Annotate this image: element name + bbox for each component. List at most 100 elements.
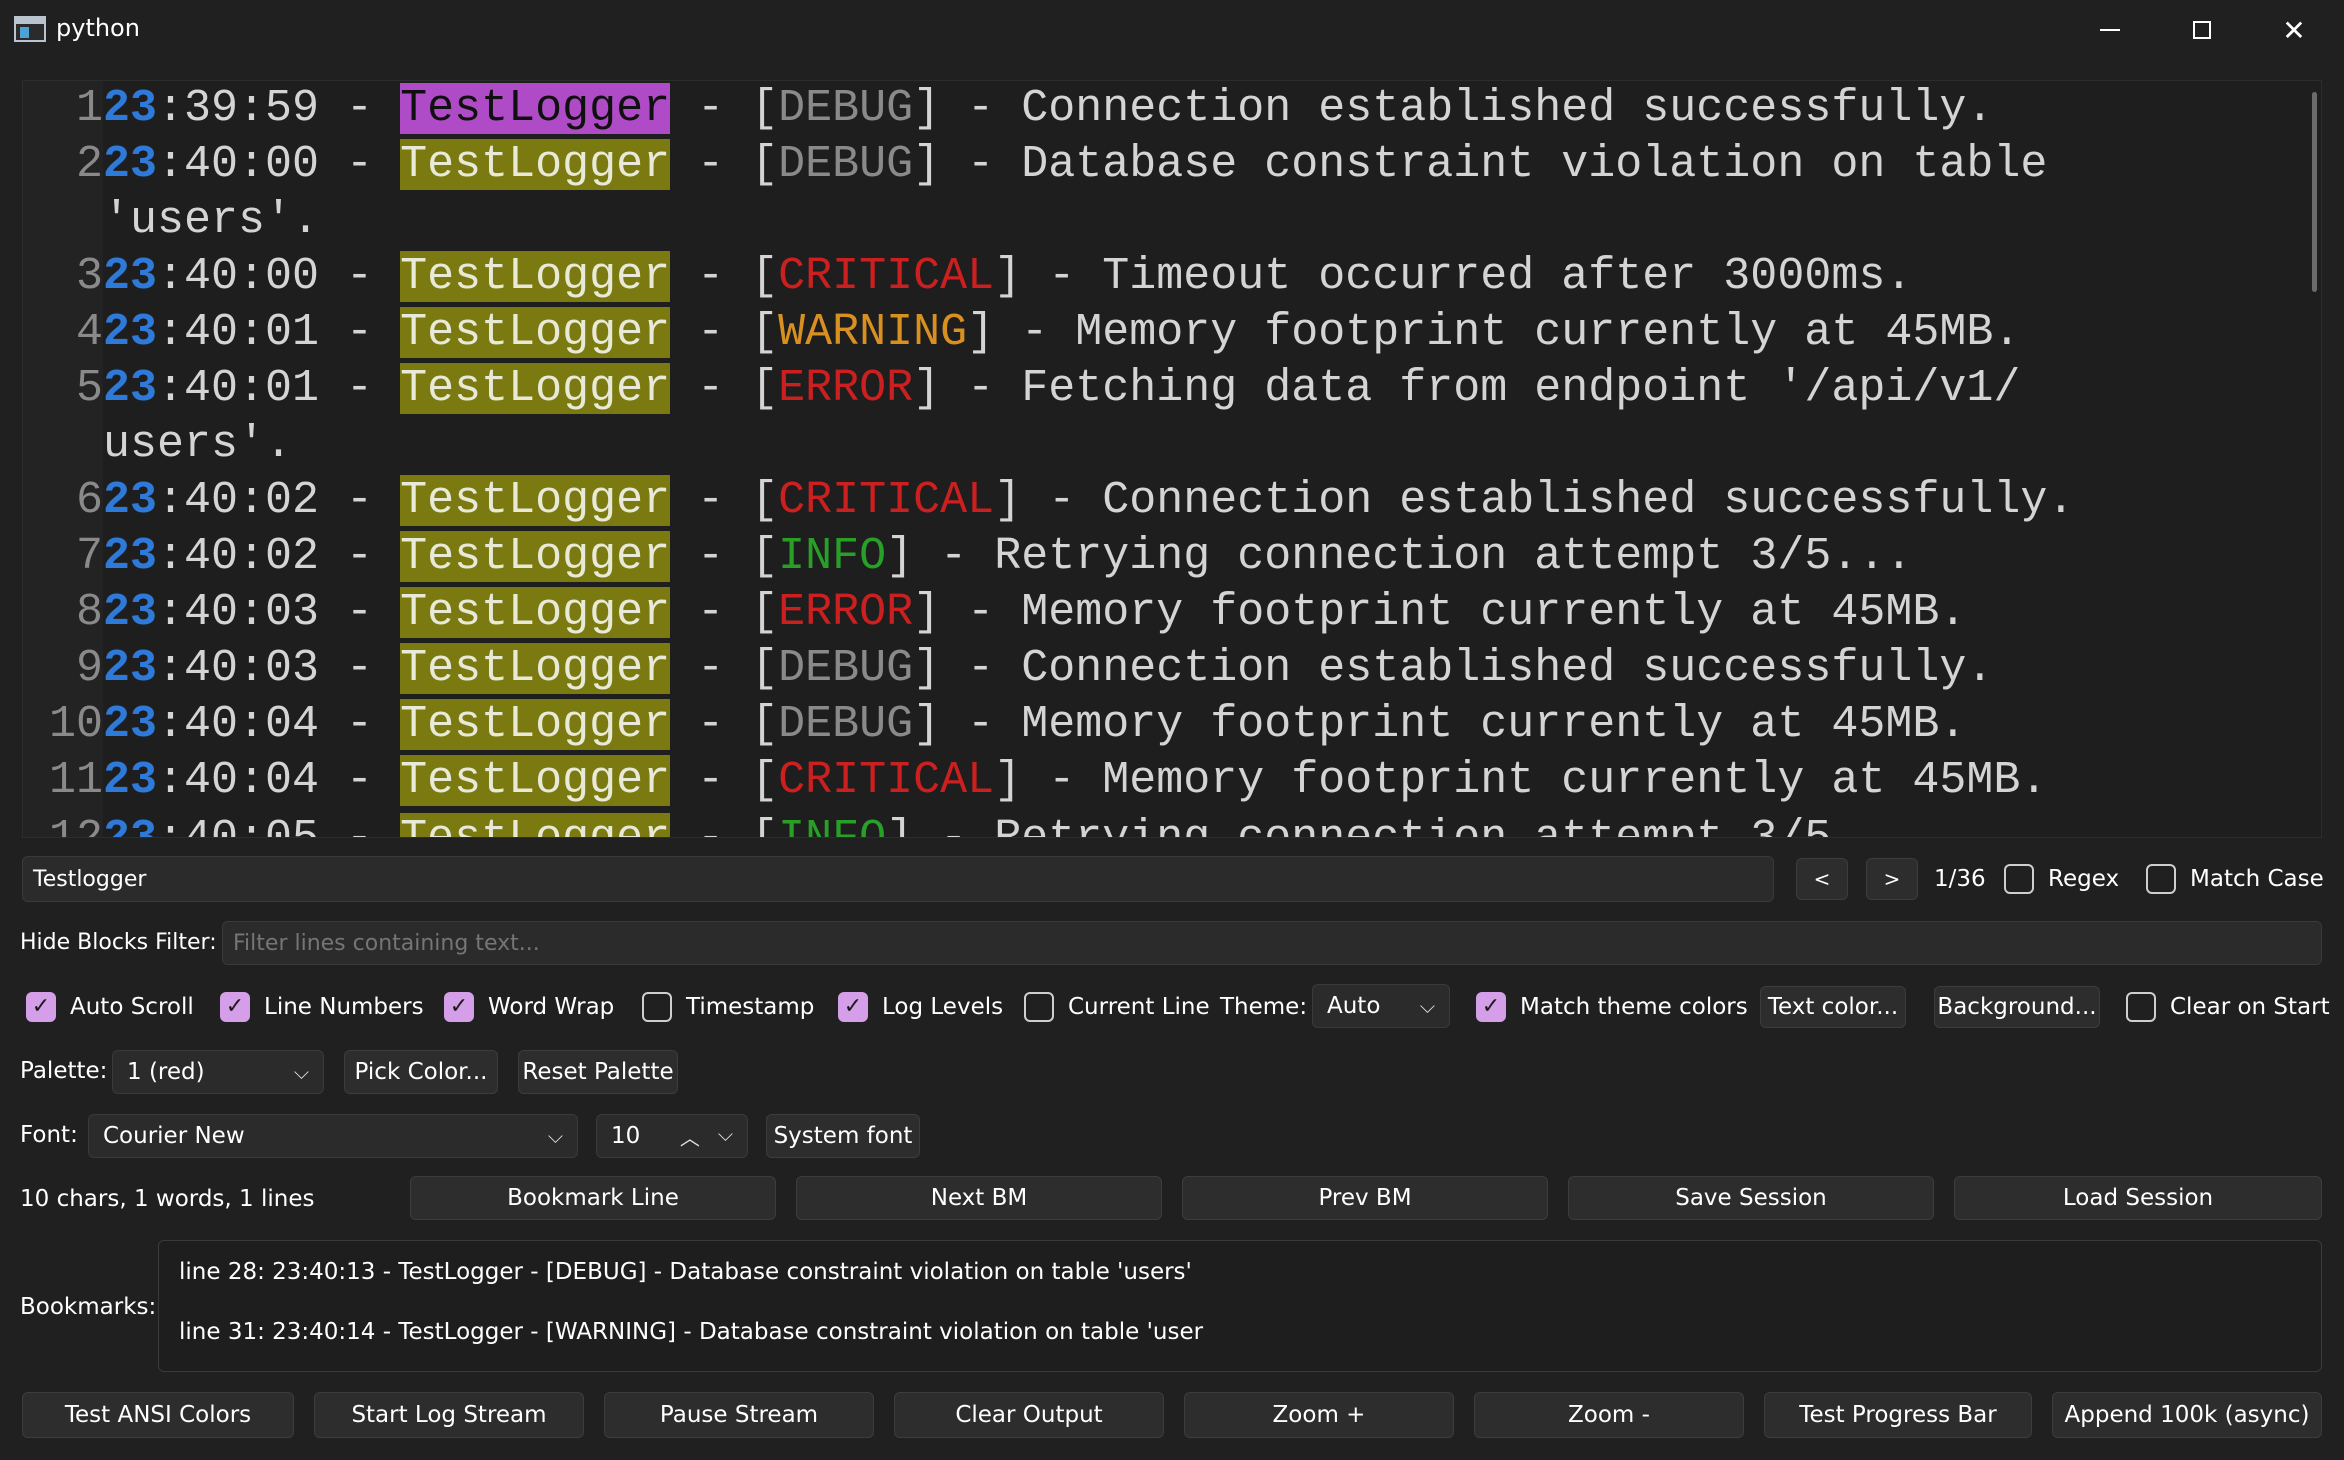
timestamp-hour: 23 xyxy=(103,363,158,414)
log-scrollbar[interactable] xyxy=(2312,92,2317,292)
log-level: CRITICAL xyxy=(778,755,995,806)
prev-bookmark-button[interactable]: Prev BM xyxy=(1182,1176,1548,1220)
line-number: 3 xyxy=(75,251,103,302)
chevron-down-icon[interactable]: ⌵ xyxy=(718,1122,733,1151)
regex-checkbox[interactable]: Regex xyxy=(2004,864,2119,894)
timestamp-rest: :40:01 - xyxy=(157,307,401,358)
timestamp-checkbox[interactable]: Timestamp xyxy=(642,992,814,1022)
timestamp-rest: :40:05 - xyxy=(157,813,400,837)
start-log-stream-button[interactable]: Start Log Stream xyxy=(314,1392,584,1438)
line-number: 7 xyxy=(75,531,103,582)
match-theme-checkbox-box[interactable] xyxy=(1476,992,1506,1022)
word-wrap-checkbox[interactable]: Word Wrap xyxy=(444,992,614,1022)
line-numbers-checkbox[interactable]: Line Numbers xyxy=(220,992,424,1022)
minimize-icon xyxy=(2100,29,2120,31)
logger-name: TestLogger xyxy=(400,699,671,750)
log-message: ] - Memory footprint currently at 45MB. xyxy=(913,699,1967,750)
search-next-button[interactable]: > xyxy=(1866,858,1918,900)
bookmark-line-button[interactable]: Bookmark Line xyxy=(410,1176,776,1220)
current-line-checkbox[interactable]: Current Line xyxy=(1024,992,1210,1022)
log-level: INFO xyxy=(778,531,887,582)
append-100k-button[interactable]: Append 100k (async) xyxy=(2052,1392,2322,1438)
theme-dropdown[interactable]: Auto ⌵ xyxy=(1312,984,1450,1028)
bookmark-item[interactable]: line 28: 23:40:13 - TestLogger - [DEBUG]… xyxy=(179,1259,1192,1285)
separator: - [ xyxy=(670,699,779,750)
current-line-checkbox-box[interactable] xyxy=(1024,992,1054,1022)
next-bookmark-button[interactable]: Next BM xyxy=(796,1176,1162,1220)
pause-stream-button[interactable]: Pause Stream xyxy=(604,1392,874,1438)
zoom-in-button[interactable]: Zoom + xyxy=(1184,1392,1454,1438)
log-level: CRITICAL xyxy=(778,251,995,302)
maximize-button[interactable] xyxy=(2156,0,2248,60)
match-case-label: Match Case xyxy=(2190,866,2324,892)
match-theme-checkbox[interactable]: Match theme colors xyxy=(1476,992,1748,1022)
clear-on-start-checkbox[interactable]: Clear on Start xyxy=(2126,992,2330,1022)
log-message: ] - Retrying connection attempt 3/5... xyxy=(886,813,1912,837)
log-line: 5 23:40:01 - TestLogger - [ERROR] - Fetch… xyxy=(23,361,2283,417)
save-session-button[interactable]: Save Session xyxy=(1568,1176,1934,1220)
log-message: ] - Memory footprint currently at 45MB. xyxy=(967,307,2021,358)
log-lines: 1 23:39:59 - TestLogger - [DEBUG] - Conne… xyxy=(23,81,2283,809)
logger-name: TestLogger xyxy=(400,531,671,582)
filter-input[interactable] xyxy=(222,921,2322,965)
regex-label: Regex xyxy=(2048,866,2120,892)
separator: - [ xyxy=(670,813,778,837)
test-ansi-colors-button[interactable]: Test ANSI Colors xyxy=(22,1392,294,1438)
timestamp-hour: 23 xyxy=(103,699,158,750)
logger-name: TestLogger xyxy=(400,643,671,694)
log-line: 6 23:40:02 - TestLogger - [CRITICAL] - Co… xyxy=(23,473,2283,529)
log-line: 3 23:40:00 - TestLogger - [CRITICAL] - Ti… xyxy=(23,249,2283,305)
timestamp-checkbox-box[interactable] xyxy=(642,992,672,1022)
logger-name: TestLogger xyxy=(400,813,671,837)
log-output[interactable]: 1 23:39:59 - TestLogger - [DEBUG] - Conne… xyxy=(22,80,2322,838)
palette-dropdown[interactable]: 1 (red) ⌵ xyxy=(112,1050,324,1094)
background-button[interactable]: Background... xyxy=(1934,986,2100,1028)
auto-scroll-checkbox-box[interactable] xyxy=(26,992,56,1022)
chevron-up-icon[interactable]: ︿ xyxy=(680,1122,700,1151)
logger-name: TestLogger xyxy=(400,363,671,414)
log-message: ] - Connection established successfully. xyxy=(913,643,1994,694)
close-button[interactable]: ✕ xyxy=(2248,0,2340,60)
log-line: 0'users'. xyxy=(23,193,2283,249)
line-numbers-checkbox-box[interactable] xyxy=(220,992,250,1022)
line-number: 0 xyxy=(23,193,103,249)
clear-output-button[interactable]: Clear Output xyxy=(894,1392,1164,1438)
log-line: 0users'. xyxy=(23,417,2283,473)
log-levels-checkbox-box[interactable] xyxy=(838,992,868,1022)
load-session-button[interactable]: Load Session xyxy=(1954,1176,2322,1220)
font-size-spinbox[interactable]: 10 ︿ ⌵ xyxy=(596,1114,748,1158)
logger-name: TestLogger xyxy=(400,251,671,302)
test-progress-bar-button[interactable]: Test Progress Bar xyxy=(1764,1392,2032,1438)
search-prev-button[interactable]: < xyxy=(1796,858,1848,900)
zoom-out-button[interactable]: Zoom - xyxy=(1474,1392,1744,1438)
bookmarks-list[interactable]: line 28: 23:40:13 - TestLogger - [DEBUG]… xyxy=(158,1240,2322,1372)
word-wrap-checkbox-box[interactable] xyxy=(444,992,474,1022)
timestamp-hour: 23 xyxy=(103,813,157,837)
minimize-button[interactable] xyxy=(2064,0,2156,60)
log-line-text: 23:40:01 - TestLogger - [WARNING] - Memo… xyxy=(103,305,2283,361)
system-font-button[interactable]: System font xyxy=(766,1114,920,1158)
log-line: 1 23:39:59 - TestLogger - [DEBUG] - Conne… xyxy=(23,81,2283,137)
pick-color-button[interactable]: Pick Color... xyxy=(344,1050,498,1094)
log-line: 4 23:40:01 - TestLogger - [WARNING] - Mem… xyxy=(23,305,2283,361)
search-input[interactable]: Testlogger xyxy=(22,856,1774,902)
line-number: 11 xyxy=(48,755,103,806)
log-line: 7 23:40:02 - TestLogger - [INFO] - Retryi… xyxy=(23,529,2283,585)
theme-label: Theme: xyxy=(1220,994,1308,1020)
text-color-button[interactable]: Text color... xyxy=(1760,986,1906,1028)
regex-checkbox-box[interactable] xyxy=(2004,864,2034,894)
log-levels-checkbox[interactable]: Log Levels xyxy=(838,992,1003,1022)
clear-on-start-checkbox-box[interactable] xyxy=(2126,992,2156,1022)
timestamp-hour: 23 xyxy=(103,139,158,190)
line-number: 5 xyxy=(75,363,103,414)
match-case-checkbox-box[interactable] xyxy=(2146,864,2176,894)
bookmark-item[interactable]: line 31: 23:40:14 - TestLogger - [WARNIN… xyxy=(179,1319,1203,1345)
match-case-checkbox[interactable]: Match Case xyxy=(2146,864,2324,894)
font-family-dropdown[interactable]: Courier New ⌵ xyxy=(88,1114,578,1158)
timestamp-hour: 23 xyxy=(103,755,158,806)
reset-palette-button[interactable]: Reset Palette xyxy=(518,1050,678,1094)
timestamp-hour: 23 xyxy=(103,83,158,134)
log-level: ERROR xyxy=(778,587,914,638)
auto-scroll-checkbox[interactable]: Auto Scroll xyxy=(26,992,194,1022)
log-message: ] - Connection established successfully. xyxy=(994,475,2075,526)
